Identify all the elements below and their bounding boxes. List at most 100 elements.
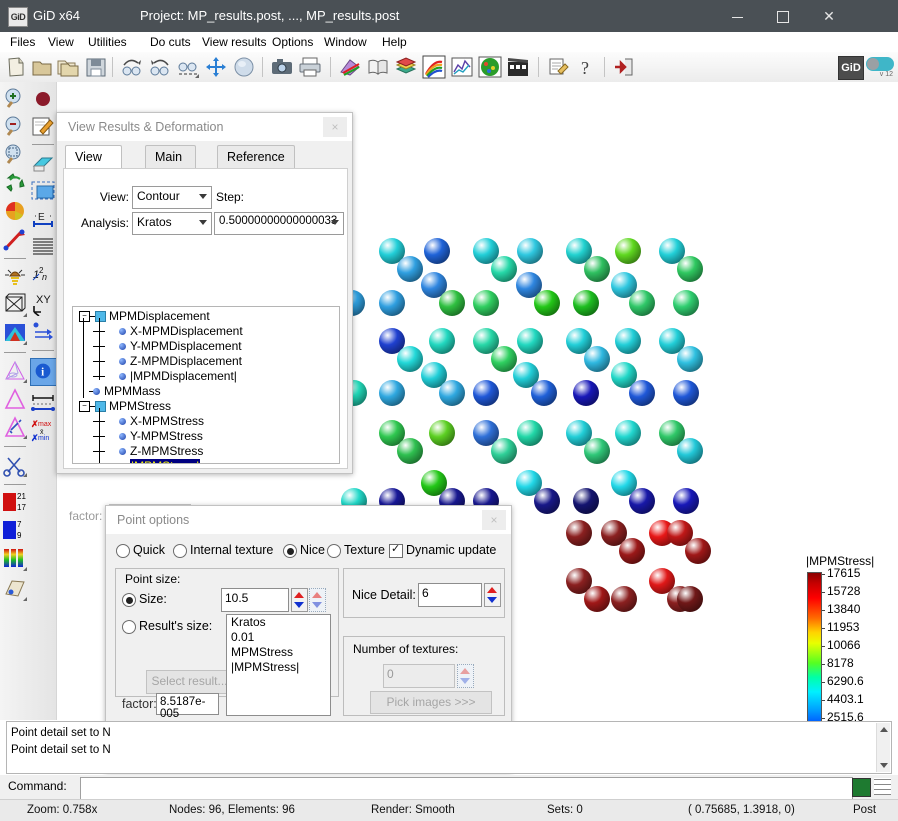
point-factor-input[interactable]: 8.5187e-005	[156, 693, 219, 715]
pick-images-button[interactable]: Pick images >>>	[370, 691, 492, 714]
spinner-down-alt-icon[interactable]	[312, 602, 322, 608]
menu-item-view-results[interactable]: View results	[198, 34, 270, 50]
scroll-up-icon[interactable]	[880, 727, 888, 732]
version-toggle[interactable]	[866, 57, 894, 71]
undo-view-icon[interactable]	[120, 55, 144, 79]
scroll-down-icon[interactable]	[880, 763, 888, 768]
radio-nice[interactable]	[283, 544, 297, 558]
redraw-icon[interactable]	[2, 170, 28, 196]
menu-item-utilities[interactable]: Utilities	[84, 34, 131, 50]
snapshot-icon[interactable]	[270, 55, 294, 79]
vector-arrow-icon[interactable]	[2, 226, 28, 252]
radio-quick[interactable]	[116, 544, 130, 558]
tree-item[interactable]: Z-MPMDisplacement	[130, 354, 242, 369]
menu-item-options[interactable]: Options	[268, 34, 317, 50]
triangle-icon[interactable]	[2, 386, 28, 412]
dialog-close-icon[interactable]: ×	[323, 117, 347, 137]
multi-colorbars-icon[interactable]	[2, 546, 28, 572]
tree-item[interactable]: MPMStress	[109, 399, 171, 414]
maximize-button[interactable]	[760, 0, 806, 32]
lighting-icon[interactable]	[2, 264, 28, 290]
open-multiple-icon[interactable]	[56, 55, 80, 79]
radio-internal-texture[interactable]	[173, 544, 187, 558]
list-item[interactable]: MPMStress	[227, 645, 330, 660]
select-window-icon[interactable]	[30, 178, 56, 204]
menu-item-files[interactable]: Files	[6, 34, 39, 50]
menu-item-help[interactable]: Help	[378, 34, 411, 50]
menu-item-do-cuts[interactable]: Do cuts	[146, 34, 195, 50]
contour-fill-icon[interactable]	[338, 55, 362, 79]
spinner-down-icon[interactable]	[487, 597, 497, 603]
spinner-up-icon[interactable]	[294, 592, 304, 598]
tree-item[interactable]: MPMMass	[104, 384, 161, 399]
view-select[interactable]: Contour	[132, 186, 212, 209]
tree-item[interactable]: Y-MPMStress	[130, 429, 203, 444]
point-size-spinner-alt[interactable]	[309, 588, 326, 612]
analysis-select[interactable]: Kratos	[132, 212, 212, 235]
axes-xy-icon[interactable]: XY	[30, 290, 56, 316]
tree-item[interactable]: MPMDisplacement	[109, 309, 210, 324]
measure-distance-icon[interactable]	[30, 390, 56, 416]
result-listbox[interactable]: Kratos0.01MPMStress|MPMStress|	[226, 614, 331, 716]
tree-item[interactable]: |MPMDisplacement|	[130, 369, 237, 384]
help-question-icon[interactable]: ?	[574, 55, 598, 79]
render-flat-icon[interactable]	[2, 198, 28, 224]
results-tree[interactable]: −MPMDisplacementX-MPMDisplacementY-MPMDi…	[72, 306, 340, 464]
point-marker-icon[interactable]	[30, 86, 56, 112]
command-input[interactable]	[80, 777, 853, 800]
colorscale-7-9-icon[interactable]: 79	[2, 518, 28, 544]
tab-view-results[interactable]: View results	[65, 145, 122, 170]
nice-detail-spinner[interactable]	[484, 583, 501, 607]
scissors-cut-icon[interactable]	[2, 452, 28, 478]
min-max-icon[interactable]: ✗maxx̄✗min	[30, 418, 56, 444]
edit-note-icon[interactable]	[30, 114, 56, 140]
render-smooth-icon[interactable]	[30, 150, 56, 176]
dialog-close-icon[interactable]: ×	[482, 510, 506, 530]
tree-item[interactable]: Y-MPMDisplacement	[130, 339, 242, 354]
triangle-cut-icon[interactable]	[2, 414, 28, 440]
animation-icon[interactable]	[506, 55, 530, 79]
open-book-icon[interactable]	[366, 55, 390, 79]
tree-item[interactable]: Z-MPMStress	[130, 444, 203, 459]
select-result-button[interactable]: Select result...	[146, 670, 233, 694]
radio-results-size[interactable]	[122, 620, 136, 634]
bounding-box-icon[interactable]	[2, 292, 28, 318]
tree-item[interactable]: X-MPMDisplacement	[130, 324, 243, 339]
zoom-in-icon[interactable]	[2, 86, 28, 112]
copy-command-icon[interactable]	[852, 778, 871, 797]
point-size-spinner[interactable]	[291, 588, 308, 612]
exit-icon[interactable]	[612, 55, 636, 79]
rotate-sphere-icon[interactable]	[232, 55, 256, 79]
print-preview-icon[interactable]	[2, 576, 28, 602]
print-icon[interactable]	[298, 55, 322, 79]
tab-reference-mesh[interactable]: Reference mesh	[217, 145, 295, 170]
spinner-up-alt-icon[interactable]	[312, 592, 322, 598]
open-folder-icon[interactable]	[30, 55, 54, 79]
list-item[interactable]: |MPMStress|	[227, 660, 330, 675]
vector-field-icon[interactable]	[30, 318, 56, 344]
show-label-E-icon[interactable]: E	[30, 206, 56, 232]
line-stripes-icon[interactable]	[30, 234, 56, 260]
graph-icon[interactable]	[450, 55, 474, 79]
save-icon[interactable]	[84, 55, 108, 79]
pan-move-icon[interactable]	[204, 55, 228, 79]
notes-icon[interactable]	[546, 55, 570, 79]
menu-item-view[interactable]: View	[44, 34, 78, 50]
radio-texture[interactable]	[327, 544, 341, 558]
colorscale-21-17-icon[interactable]: 2117	[2, 490, 28, 516]
grid-snap-icon[interactable]	[874, 778, 891, 795]
redo-view-icon[interactable]	[148, 55, 172, 79]
volume-icon[interactable]	[2, 358, 28, 384]
contour-range-icon[interactable]	[2, 320, 28, 346]
radio-size[interactable]	[122, 593, 136, 607]
list-item[interactable]: Kratos	[227, 615, 330, 630]
close-button[interactable]: ✕	[806, 0, 852, 32]
step-select[interactable]: 0.50000000000000033	[214, 212, 344, 235]
nodes-numbers-icon[interactable]: 12n	[30, 262, 56, 288]
rainbow-colors-icon[interactable]	[422, 55, 446, 79]
minimize-button[interactable]	[714, 0, 760, 32]
zoom-out-icon[interactable]	[2, 114, 28, 140]
nice-detail-input[interactable]: 6	[418, 583, 482, 607]
zoom-frame-icon[interactable]	[2, 142, 28, 168]
view-results-dialog[interactable]: View Results & Deformation × View result…	[56, 112, 353, 474]
